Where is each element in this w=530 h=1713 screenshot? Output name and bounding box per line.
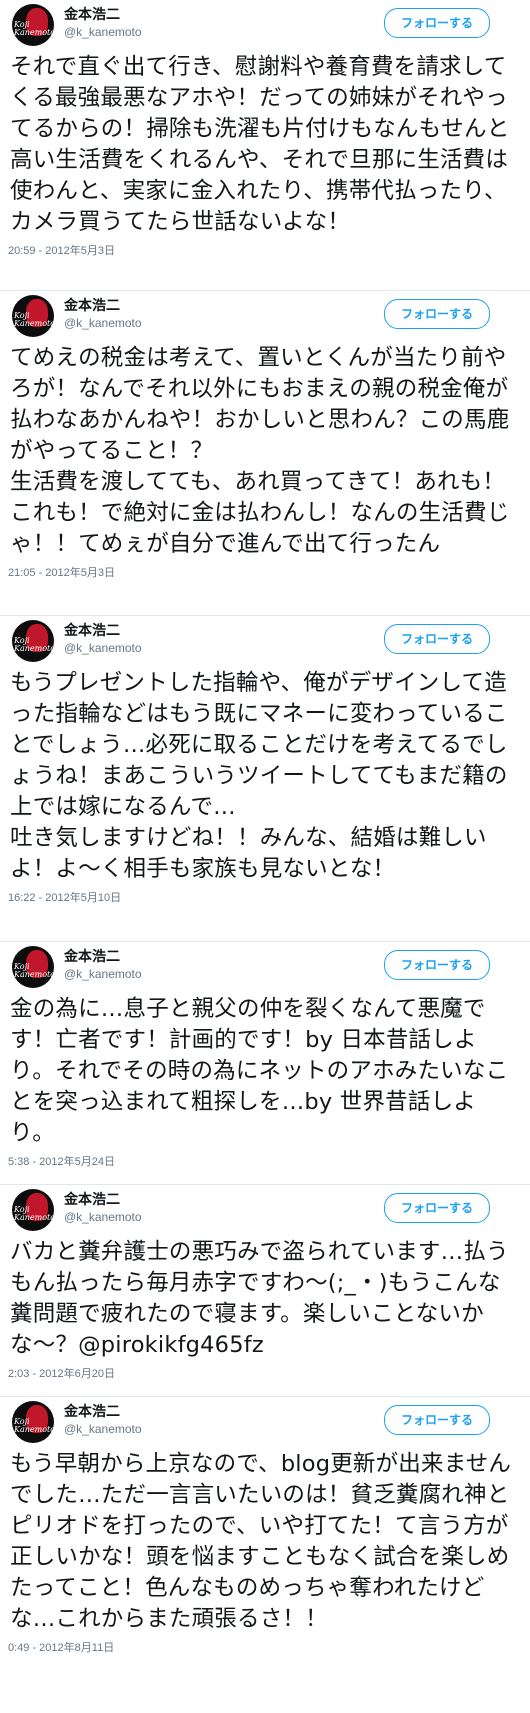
tweet-text: もう早朝から上京なので、blog更新が出来ませんでした…ただ一言言いたいのは！貧… bbox=[10, 1451, 512, 1632]
author: 金本浩二 @k_kanemoto bbox=[64, 948, 142, 982]
author: 金本浩二 @k_kanemoto bbox=[64, 297, 142, 331]
avatar[interactable]: Koji Kanemoto bbox=[12, 946, 54, 988]
timestamp[interactable]: 5:38 - 2012年5月24日 bbox=[8, 1149, 520, 1172]
handle[interactable]: @k_kanemoto bbox=[64, 1209, 142, 1225]
tweet: Koji Kanemoto 金本浩二 @k_kanemoto フォローする もうプ… bbox=[0, 616, 530, 942]
display-name[interactable]: 金本浩二 bbox=[64, 948, 142, 966]
avatar[interactable]: Koji Kanemoto bbox=[12, 1401, 54, 1443]
tweet-header: Koji Kanemoto 金本浩二 @k_kanemoto フォローする bbox=[8, 291, 520, 343]
display-name[interactable]: 金本浩二 bbox=[64, 1403, 142, 1421]
follow-button[interactable]: フォローする bbox=[383, 1405, 490, 1435]
display-name[interactable]: 金本浩二 bbox=[64, 1191, 142, 1209]
follow-button[interactable]: フォローする bbox=[383, 1193, 490, 1223]
timestamp[interactable]: 21:05 - 2012年5月3日 bbox=[8, 560, 520, 583]
follow-button[interactable]: フォローする bbox=[383, 299, 490, 329]
follow-button[interactable]: フォローする bbox=[383, 8, 490, 38]
handle[interactable]: @k_kanemoto bbox=[64, 315, 142, 331]
author: 金本浩二 @k_kanemoto bbox=[64, 622, 142, 656]
tweet-header: Koji Kanemoto 金本浩二 @k_kanemoto フォローする bbox=[8, 616, 520, 668]
timestamp[interactable]: 20:59 - 2012年5月3日 bbox=[8, 238, 520, 261]
display-name[interactable]: 金本浩二 bbox=[64, 6, 142, 24]
author: 金本浩二 @k_kanemoto bbox=[64, 1403, 142, 1437]
tweet: Koji Kanemoto 金本浩二 @k_kanemoto フォローする 金の為… bbox=[0, 942, 530, 1185]
tweet: Koji Kanemoto 金本浩二 @k_kanemoto フォローする バカと… bbox=[0, 1185, 530, 1397]
handle[interactable]: @k_kanemoto bbox=[64, 966, 142, 982]
author: 金本浩二 @k_kanemoto bbox=[64, 6, 142, 40]
timestamp[interactable]: 2:03 - 2012年6月20日 bbox=[8, 1361, 520, 1384]
follow-button[interactable]: フォローする bbox=[383, 950, 490, 980]
timestamp[interactable]: 0:49 - 2012年8月11日 bbox=[8, 1635, 520, 1658]
avatar[interactable]: Koji Kanemoto bbox=[12, 620, 54, 662]
tweet-text: もうプレゼントした指輪や、俺がデザインして造った指輪などはもう既にマネーに変わっ… bbox=[10, 670, 508, 882]
tweet-feed: Koji Kanemoto 金本浩二 @k_kanemoto フォローする それで… bbox=[0, 0, 530, 1713]
tweet-text: それで直ぐ出て行き、慰謝料や養育費を請求してくる最強最悪なアホや！だっての姉妹が… bbox=[10, 54, 510, 235]
tweet-text: てめえの税金は考えて、置いとくんが当たり前やろが！なんでそれ以外にもおまえの親の… bbox=[10, 345, 510, 557]
timestamp[interactable]: 16:22 - 2012年5月10日 bbox=[8, 885, 520, 908]
tweet-header: Koji Kanemoto 金本浩二 @k_kanemoto フォローする bbox=[8, 0, 520, 52]
tweet: Koji Kanemoto 金本浩二 @k_kanemoto フォローする もう早… bbox=[0, 1397, 530, 1713]
tweet: Koji Kanemoto 金本浩二 @k_kanemoto フォローする それで… bbox=[0, 0, 530, 291]
handle[interactable]: @k_kanemoto bbox=[64, 640, 142, 656]
tweet-header: Koji Kanemoto 金本浩二 @k_kanemoto フォローする bbox=[8, 1397, 520, 1449]
follow-button[interactable]: フォローする bbox=[383, 624, 490, 654]
tweet-text: バカと糞弁護士の悪巧みで盗られています…払うもん払ったら毎月赤字ですわ〜(;_・… bbox=[10, 1239, 509, 1358]
author: 金本浩二 @k_kanemoto bbox=[64, 1191, 142, 1225]
avatar[interactable]: Koji Kanemoto bbox=[12, 295, 54, 337]
handle[interactable]: @k_kanemoto bbox=[64, 1421, 142, 1437]
display-name[interactable]: 金本浩二 bbox=[64, 622, 142, 640]
tweet-header: Koji Kanemoto 金本浩二 @k_kanemoto フォローする bbox=[8, 942, 520, 994]
display-name[interactable]: 金本浩二 bbox=[64, 297, 142, 315]
avatar[interactable]: Koji Kanemoto bbox=[12, 1189, 54, 1231]
tweet: Koji Kanemoto 金本浩二 @k_kanemoto フォローする てめえ… bbox=[0, 291, 530, 616]
tweet-header: Koji Kanemoto 金本浩二 @k_kanemoto フォローする bbox=[8, 1185, 520, 1237]
avatar[interactable]: Koji Kanemoto bbox=[12, 4, 54, 46]
tweet-text: 金の為に…息子と親父の仲を裂くなんて悪魔です！亡者です！計画的です！by 日本昔… bbox=[10, 996, 509, 1146]
handle[interactable]: @k_kanemoto bbox=[64, 24, 142, 40]
